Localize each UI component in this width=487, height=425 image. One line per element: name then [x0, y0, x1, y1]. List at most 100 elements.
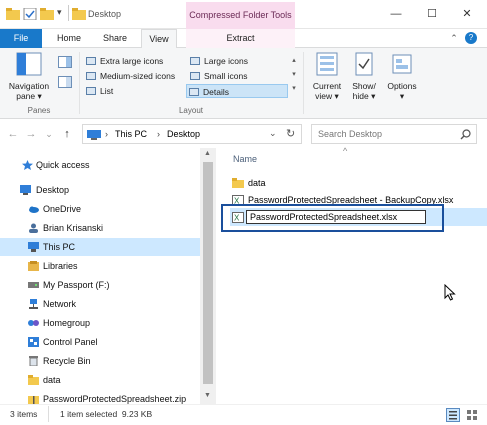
show-hide-button[interactable]: Show/ hide ▾ [347, 52, 381, 101]
navigation-pane-button[interactable]: Navigation pane ▾ [4, 52, 54, 101]
tab-view[interactable]: View [141, 29, 177, 49]
details-pane-icon[interactable] [58, 76, 72, 88]
layout-extra-large-icons[interactable]: Extra large icons [84, 54, 184, 68]
nav-user[interactable]: Brian Krisanski [0, 219, 200, 237]
large-icons-view-icon[interactable] [465, 408, 479, 422]
search-icon[interactable] [460, 129, 471, 140]
file-row-data[interactable]: data [230, 175, 480, 191]
current-view-button[interactable]: Current view ▾ [309, 52, 345, 101]
tab-share[interactable]: Share [94, 29, 136, 48]
nav-onedrive[interactable]: OneDrive [0, 200, 200, 218]
search-box[interactable]: Search Desktop [311, 124, 477, 144]
details-view-icon[interactable] [446, 408, 460, 422]
list-icon [86, 87, 96, 95]
minimize-button[interactable]: — [388, 6, 404, 22]
nav-data-folder[interactable]: data [0, 371, 200, 389]
show-hide-label-2: hide ▾ [352, 91, 376, 101]
scroll-up-icon[interactable]: ▲ [204, 150, 211, 157]
chevron-up-icon[interactable]: ⌃ [448, 32, 460, 44]
layout-item-label: Medium-sized icons [100, 71, 176, 81]
preview-pane-icon[interactable] [58, 56, 72, 68]
layout-scroll[interactable]: ▴ ▾ ▾ [290, 54, 298, 98]
small-icons-icon [190, 72, 200, 80]
address-dropdown[interactable]: ⌄ [269, 128, 277, 139]
nav-label: Libraries [43, 261, 78, 271]
star-icon [22, 160, 33, 170]
recent-locations-button[interactable]: ⌄ [42, 126, 56, 142]
folder-icon [232, 178, 244, 188]
search-input[interactable]: Search Desktop [318, 129, 382, 139]
item-count: 3 items [10, 409, 38, 419]
nav-label: Homegroup [43, 318, 91, 328]
nav-label: Desktop [36, 185, 70, 195]
forward-button[interactable]: → [24, 126, 38, 142]
address-box[interactable]: › This PC › Desktop ⌄ ↻ [82, 124, 302, 144]
customize-quick-access-icon[interactable]: ▾ [57, 7, 62, 18]
options-icon [392, 54, 412, 74]
options-button[interactable]: Options ▾ [384, 52, 420, 101]
show-hide-label: Show/ [352, 81, 376, 91]
nav-recycle-bin[interactable]: Recycle Bin [0, 352, 200, 370]
nav-desktop[interactable]: Desktop [0, 181, 200, 199]
title-divider [68, 5, 69, 21]
nav-label: PasswordProtectedSpreadsheet.zip [43, 394, 187, 404]
layout-item-label: List [100, 86, 114, 96]
layout-item-label: Details [203, 87, 229, 97]
nav-control-panel[interactable]: Control Panel [0, 333, 200, 351]
current-view-icon [316, 52, 338, 76]
layout-details[interactable]: Details [186, 84, 288, 98]
nav-label: My Passport (F:) [43, 280, 110, 290]
address-bar-row: ← → ⌄ ↑ › This PC › Desktop ⌄ ↻ Search D… [0, 120, 487, 148]
new-folder-icon[interactable] [40, 8, 54, 20]
folder-icon [28, 375, 39, 385]
layout-list[interactable]: List [84, 84, 184, 98]
nav-homegroup[interactable]: Homegroup [0, 314, 200, 332]
nav-this-pc[interactable]: This PC [0, 238, 200, 256]
tab-file[interactable]: File [0, 29, 42, 48]
layout-medium-icons[interactable]: Medium-sized icons [84, 69, 184, 83]
layout-group-label: Layout [178, 106, 204, 115]
options-arrow: ▾ [399, 91, 405, 101]
nav-my-passport[interactable]: My Passport (F:) [0, 276, 200, 294]
column-header-name[interactable]: Name [233, 154, 257, 164]
close-button[interactable]: ✕ [459, 6, 475, 22]
drive-icon [28, 282, 39, 288]
title-bar: ▾ Desktop Compressed Folder Tools — ☐ ✕ [0, 0, 487, 29]
navigation-pane-label: Navigation [8, 81, 50, 91]
selection-info: 1 item selected 9.23 KB [60, 409, 153, 419]
tab-home[interactable]: Home [48, 29, 90, 48]
scrollbar-thumb[interactable] [203, 162, 213, 384]
nav-libraries[interactable]: Libraries [0, 257, 200, 275]
layout-large-icons[interactable]: Large icons [188, 54, 288, 68]
homegroup-icon [28, 320, 39, 326]
zip-folder-icon [28, 396, 39, 404]
network-icon [29, 299, 38, 309]
user-icon [29, 223, 38, 233]
back-button[interactable]: ← [6, 126, 20, 142]
compressed-folder-tools-header: Compressed Folder Tools [186, 2, 295, 29]
nav-label: Network [43, 299, 77, 309]
properties-icon[interactable] [23, 8, 37, 20]
highlight-box [221, 204, 444, 232]
tab-extract[interactable]: Extract [186, 29, 295, 48]
file-name: data [248, 178, 266, 188]
nav-network[interactable]: Network [0, 295, 200, 313]
group-separator [303, 52, 304, 114]
options-label: Options [387, 81, 417, 91]
nav-label: Control Panel [43, 337, 98, 347]
breadcrumb-desktop[interactable]: Desktop [167, 129, 200, 139]
navigation-scrollbar[interactable]: ▲ ▼ [200, 148, 216, 404]
breadcrumb-this-pc[interactable]: This PC [115, 129, 147, 139]
layout-small-icons[interactable]: Small icons [188, 69, 288, 83]
layout-item-label: Large icons [204, 56, 248, 66]
help-icon[interactable]: ? [465, 32, 477, 44]
nav-label: Recycle Bin [43, 356, 91, 366]
maximize-button[interactable]: ☐ [424, 6, 440, 22]
nav-zip-file[interactable]: PasswordProtectedSpreadsheet.zip [0, 390, 200, 404]
current-view-label-2: view ▾ [315, 91, 339, 101]
sort-indicator-icon: ^ [343, 146, 348, 156]
refresh-button[interactable]: ↻ [286, 127, 295, 140]
nav-quick-access[interactable]: Quick access [0, 156, 200, 174]
scroll-down-icon[interactable]: ▼ [204, 392, 211, 399]
up-button[interactable]: ↑ [60, 126, 74, 142]
